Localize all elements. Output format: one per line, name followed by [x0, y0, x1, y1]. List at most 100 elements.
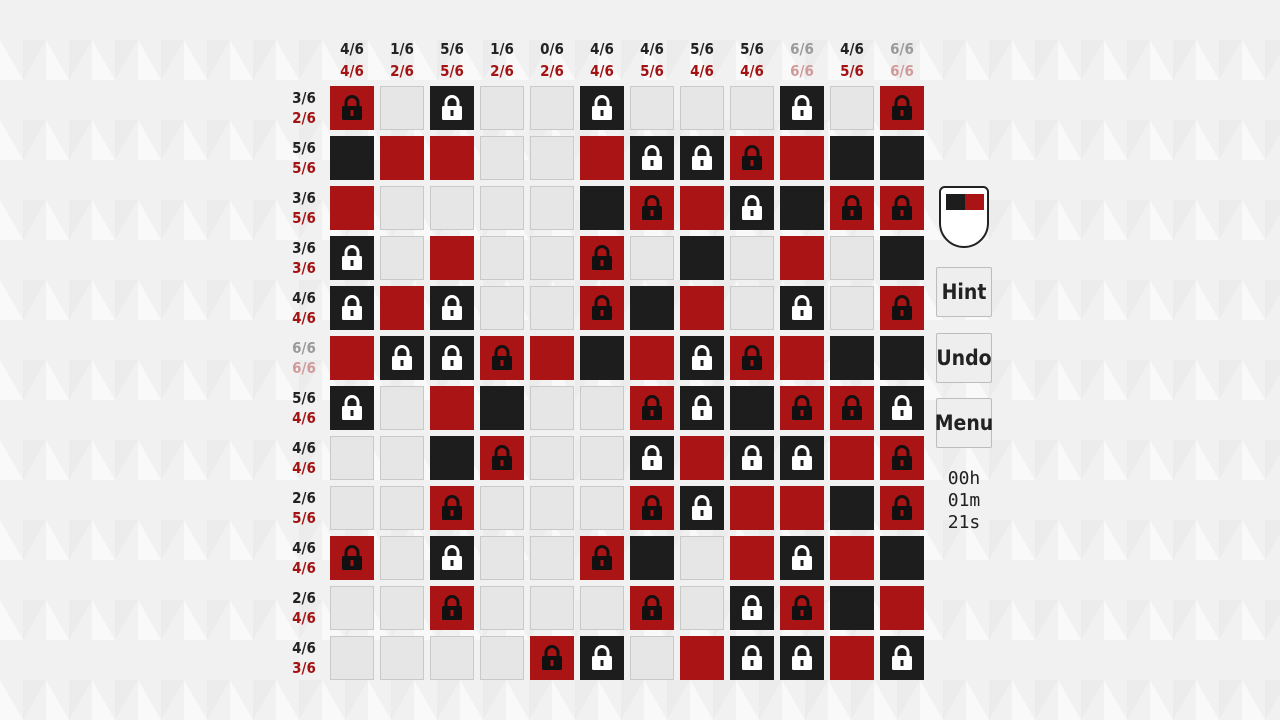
empty-cell[interactable] [630, 236, 674, 280]
red-cell[interactable] [780, 236, 824, 280]
red-cell[interactable] [580, 136, 624, 180]
empty-cell[interactable] [630, 636, 674, 680]
empty-cell[interactable] [480, 136, 524, 180]
red-cell[interactable] [430, 386, 474, 430]
empty-cell[interactable] [330, 586, 374, 630]
black-cell[interactable] [880, 536, 924, 580]
red-cell[interactable] [730, 536, 774, 580]
black-cell[interactable] [330, 136, 374, 180]
empty-cell[interactable] [480, 486, 524, 530]
empty-cell[interactable] [530, 486, 574, 530]
red-cell[interactable] [680, 436, 724, 480]
empty-cell[interactable] [380, 636, 424, 680]
empty-cell[interactable] [530, 236, 574, 280]
empty-cell[interactable] [430, 186, 474, 230]
empty-cell[interactable] [380, 486, 424, 530]
menu-button[interactable]: Menu [935, 398, 993, 448]
black-cell[interactable] [580, 336, 624, 380]
black-cell[interactable] [730, 386, 774, 430]
empty-cell[interactable] [480, 236, 524, 280]
black-cell[interactable] [630, 536, 674, 580]
empty-cell[interactable] [480, 536, 524, 580]
empty-cell[interactable] [730, 286, 774, 330]
empty-cell[interactable] [380, 536, 424, 580]
empty-cell[interactable] [380, 436, 424, 480]
black-cell[interactable] [480, 386, 524, 430]
empty-cell[interactable] [580, 436, 624, 480]
empty-cell[interactable] [480, 86, 524, 130]
empty-cell[interactable] [630, 86, 674, 130]
column-hint-red: 2/6 [540, 62, 564, 80]
empty-cell[interactable] [480, 186, 524, 230]
black-cell[interactable] [880, 136, 924, 180]
black-cell[interactable] [830, 586, 874, 630]
red-cell[interactable] [330, 336, 374, 380]
empty-cell[interactable] [480, 636, 524, 680]
red-cell[interactable] [430, 236, 474, 280]
empty-cell[interactable] [580, 486, 624, 530]
empty-cell[interactable] [730, 236, 774, 280]
empty-cell[interactable] [380, 186, 424, 230]
red-cell[interactable] [780, 486, 824, 530]
black-cell[interactable] [630, 286, 674, 330]
empty-cell[interactable] [430, 636, 474, 680]
red-cell[interactable] [780, 336, 824, 380]
empty-cell[interactable] [330, 486, 374, 530]
empty-cell[interactable] [680, 536, 724, 580]
red-cell[interactable] [830, 436, 874, 480]
empty-cell[interactable] [380, 236, 424, 280]
black-cell[interactable] [580, 186, 624, 230]
black-cell[interactable] [430, 436, 474, 480]
black-cell[interactable] [780, 186, 824, 230]
palette-red-swatch[interactable] [965, 194, 984, 210]
empty-cell[interactable] [330, 636, 374, 680]
empty-cell[interactable] [530, 286, 574, 330]
red-cell[interactable] [780, 136, 824, 180]
red-cell[interactable] [380, 136, 424, 180]
undo-button[interactable]: Undo [936, 333, 992, 383]
black-cell[interactable] [830, 136, 874, 180]
empty-cell[interactable] [530, 86, 574, 130]
empty-cell[interactable] [830, 86, 874, 130]
red-cell[interactable] [330, 186, 374, 230]
black-cell[interactable] [680, 236, 724, 280]
empty-cell[interactable] [680, 586, 724, 630]
empty-cell[interactable] [580, 386, 624, 430]
red-cell[interactable] [830, 636, 874, 680]
red-cell[interactable] [530, 336, 574, 380]
red-cell[interactable] [680, 186, 724, 230]
empty-cell[interactable] [380, 86, 424, 130]
red-cell[interactable] [880, 586, 924, 630]
black-cell[interactable] [880, 336, 924, 380]
empty-cell[interactable] [380, 586, 424, 630]
red-cell[interactable] [830, 536, 874, 580]
empty-cell[interactable] [530, 536, 574, 580]
empty-cell[interactable] [530, 386, 574, 430]
empty-cell[interactable] [380, 386, 424, 430]
red-cell[interactable] [630, 336, 674, 380]
black-cell[interactable] [830, 336, 874, 380]
empty-cell[interactable] [530, 136, 574, 180]
empty-cell[interactable] [830, 236, 874, 280]
empty-cell[interactable] [830, 286, 874, 330]
empty-cell[interactable] [680, 86, 724, 130]
empty-cell[interactable] [530, 436, 574, 480]
empty-cell[interactable] [330, 436, 374, 480]
empty-cell[interactable] [730, 86, 774, 130]
empty-cell[interactable] [580, 586, 624, 630]
empty-cell[interactable] [530, 186, 574, 230]
red-cell[interactable] [430, 136, 474, 180]
red-cell[interactable] [680, 636, 724, 680]
empty-cell[interactable] [530, 586, 574, 630]
red-cell[interactable] [730, 486, 774, 530]
empty-cell[interactable] [480, 286, 524, 330]
red-cell[interactable] [680, 286, 724, 330]
black-cell[interactable] [880, 236, 924, 280]
red-cell[interactable] [380, 286, 424, 330]
black-cell[interactable] [830, 486, 874, 530]
hint-button[interactable]: Hint [936, 267, 992, 317]
empty-cell[interactable] [480, 586, 524, 630]
lock-icon [442, 545, 462, 570]
palette-black-swatch[interactable] [946, 194, 965, 210]
color-palette-selector[interactable] [939, 186, 989, 248]
